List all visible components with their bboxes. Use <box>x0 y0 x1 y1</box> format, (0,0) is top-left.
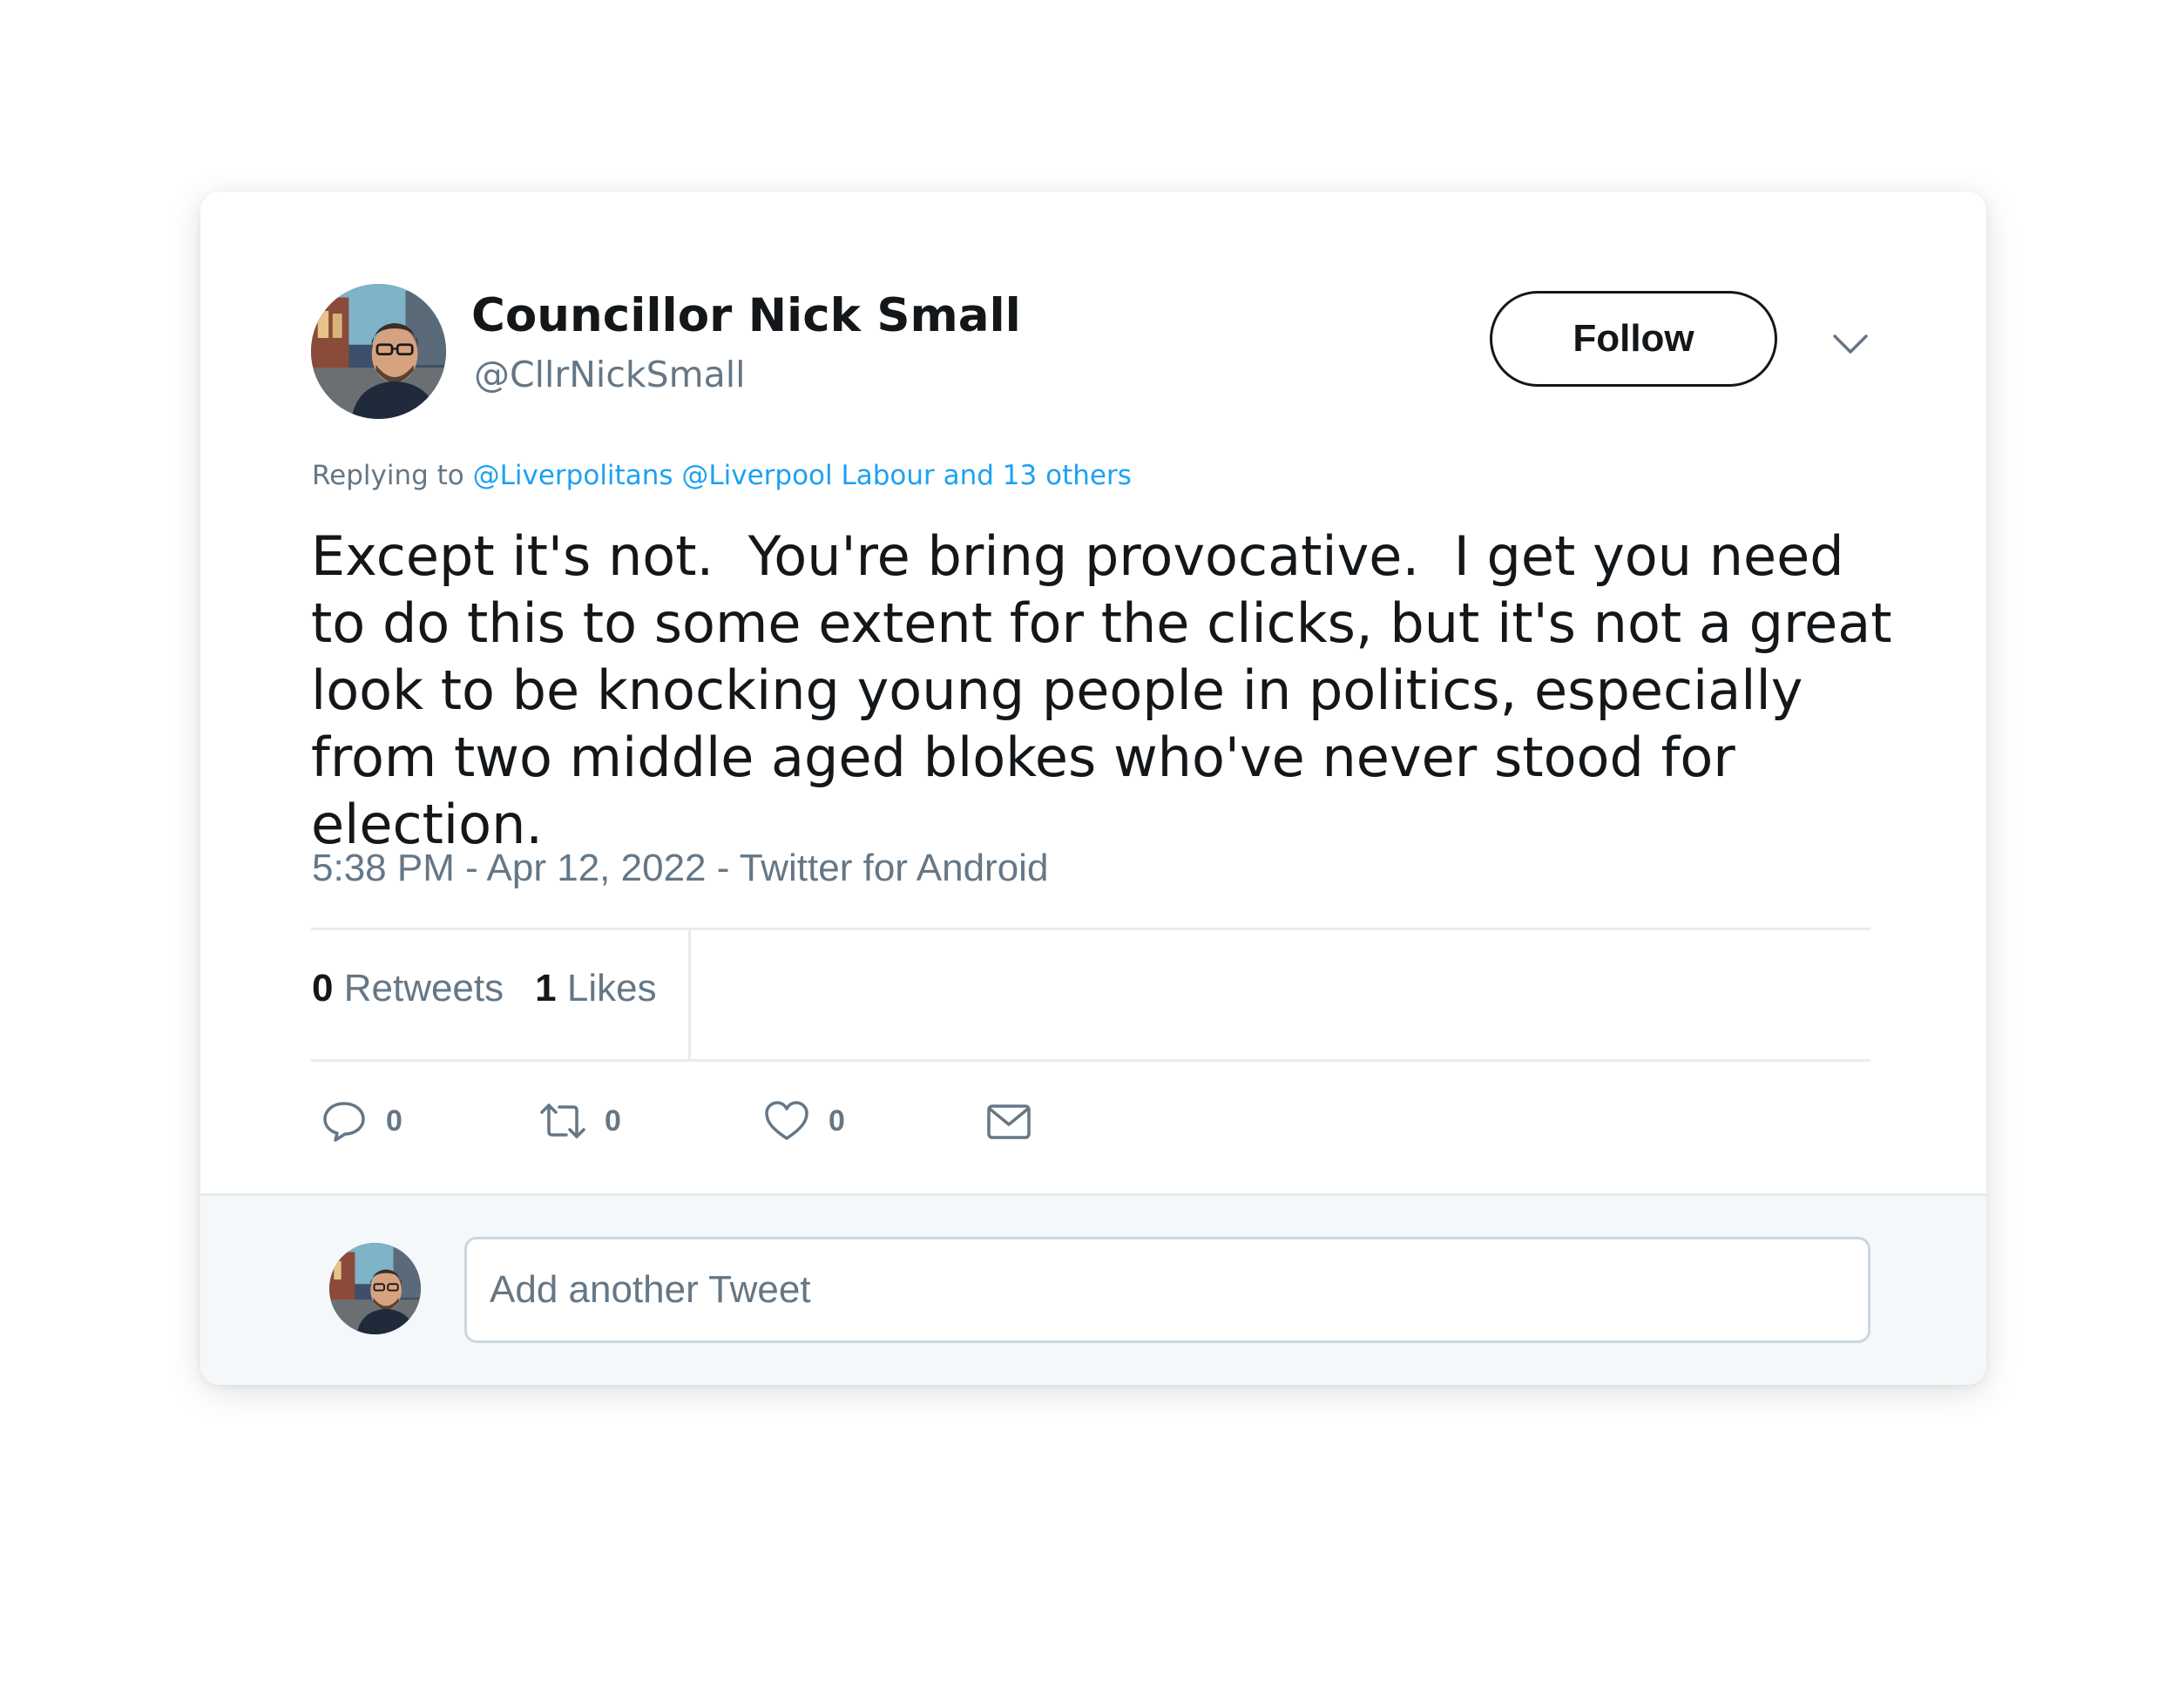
reply-button[interactable]: 0 <box>320 1093 402 1149</box>
follow-button[interactable]: Follow <box>1490 291 1777 387</box>
direct-message-button[interactable] <box>984 1093 1033 1149</box>
retweets-stat[interactable]: 0 Retweets <box>312 967 504 1009</box>
divider <box>688 930 691 1059</box>
avatar[interactable] <box>311 284 446 419</box>
user-handle[interactable]: @CllrNickSmall <box>474 354 745 395</box>
replying-to-label: Replying to <box>312 460 473 491</box>
tweet-text: Except it's not. You're bring provocativ… <box>311 524 1910 856</box>
likes-stat[interactable]: 1 Likes <box>535 967 656 1009</box>
retweet-count: 0 <box>605 1104 621 1138</box>
like-icon <box>765 1101 808 1140</box>
mail-icon <box>987 1104 1031 1139</box>
tweet-card: Councillor Nick Small @CllrNickSmall Fol… <box>200 192 1986 1385</box>
reply-mentions-link[interactable]: @Liverpolitans @Liverpool Labour and 13 … <box>473 460 1132 491</box>
divider <box>311 928 1870 930</box>
chevron-down-icon[interactable] <box>1830 322 1871 364</box>
reply-count: 0 <box>386 1104 402 1138</box>
reply-icon <box>323 1102 365 1142</box>
retweets-label: Retweets <box>343 967 504 1009</box>
replying-to: Replying to @Liverpolitans @Liverpool La… <box>312 460 1132 491</box>
tweet-stats: 0 Retweets 1 Likes <box>312 967 657 1010</box>
display-name[interactable]: Councillor Nick Small <box>471 289 1021 342</box>
retweet-icon <box>540 1104 585 1138</box>
add-tweet-input[interactable]: Add another Tweet <box>464 1237 1870 1343</box>
likes-count: 1 <box>535 967 557 1009</box>
retweet-button[interactable]: 0 <box>538 1093 621 1149</box>
profile-photo <box>329 1243 421 1334</box>
avatar[interactable] <box>329 1243 421 1334</box>
profile-photo <box>311 284 446 419</box>
like-button[interactable]: 0 <box>762 1093 845 1149</box>
compose-area: Add another Tweet <box>200 1193 1986 1385</box>
likes-label: Likes <box>566 967 657 1009</box>
like-count: 0 <box>829 1104 845 1138</box>
divider <box>311 1059 1870 1062</box>
retweets-count: 0 <box>312 967 334 1009</box>
tweet-timestamp[interactable]: 5:38 PM - Apr 12, 2022 - Twitter for And… <box>312 847 1048 890</box>
